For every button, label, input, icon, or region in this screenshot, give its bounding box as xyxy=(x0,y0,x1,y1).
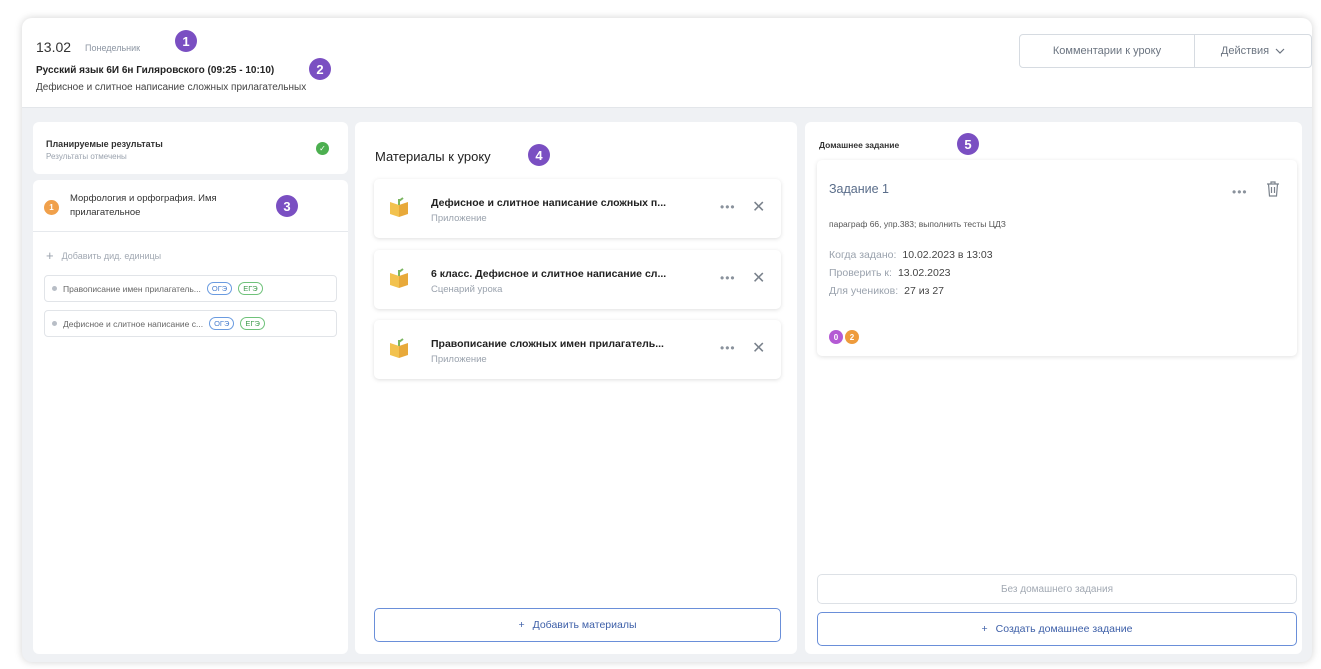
ege-tag: ЕГЭ xyxy=(238,282,263,295)
status-badges: 0 2 xyxy=(829,330,859,344)
unit-item-label: Правописание имен прилагатель... xyxy=(63,283,201,294)
marker-1: 1 xyxy=(175,30,197,52)
material-item[interactable]: Дефисное и слитное написание сложных п..… xyxy=(374,179,781,238)
add-materials-button[interactable]: + Добавить материалы xyxy=(374,608,781,642)
assigned-label: Когда задано: xyxy=(829,249,897,261)
unit-number-badge: 1 xyxy=(44,200,59,215)
oge-tag: ОГЭ xyxy=(206,282,233,295)
plus-icon: + xyxy=(46,248,54,263)
actions-label: Действия xyxy=(1220,45,1270,57)
lesson-window: 13.02 Понедельник 1 Русский язык 6И 6н Г… xyxy=(22,18,1312,662)
lesson-day: Понедельник xyxy=(85,43,141,53)
unit-section-title: Морфология и орфография. Имя прилагатель… xyxy=(70,193,217,218)
bullet-icon xyxy=(52,321,57,326)
book-icon xyxy=(390,338,408,358)
check-label: Проверить к: xyxy=(829,267,892,279)
material-title: Правописание сложных имен прилагатель... xyxy=(431,338,664,350)
left-column: Планируемые результаты Результаты отмече… xyxy=(33,122,348,654)
lesson-comments-button[interactable]: Комментарии к уроку xyxy=(1020,35,1195,67)
oge-tag: ОГЭ xyxy=(209,317,235,330)
unit-section-header[interactable]: 1 Морфология и орфография. Имя прилагате… xyxy=(33,180,348,232)
learning-units-card: 1 Морфология и орфография. Имя прилагате… xyxy=(33,180,348,654)
no-homework-button[interactable]: Без домашнего задания xyxy=(817,574,1297,604)
material-title: Дефисное и слитное написание сложных п..… xyxy=(431,197,667,209)
lesson-topic: Дефисное и слитное написание сложных при… xyxy=(36,82,307,93)
homework-title: Домашнее задание xyxy=(819,140,900,150)
ege-tag: ЕГЭ xyxy=(240,317,265,330)
materials-title: Материалы к уроку xyxy=(375,149,491,164)
lesson-date: 13.02 xyxy=(36,39,72,55)
planned-results-card[interactable]: Планируемые результаты Результаты отмече… xyxy=(33,122,348,174)
add-materials-label: Добавить материалы xyxy=(532,619,637,631)
material-type: Приложение xyxy=(431,354,487,365)
planned-results-status: Результаты отмечены xyxy=(46,152,127,161)
material-type: Сценарий урока xyxy=(431,284,503,295)
create-homework-button[interactable]: + Создать домашнее задание xyxy=(817,612,1297,646)
material-title: 6 класс. Дефисное и слитное написание сл… xyxy=(431,268,667,280)
plus-icon: + xyxy=(981,623,988,635)
students-value: 27 из 27 xyxy=(904,285,944,297)
task-description: параграф 66, упр.383; выполнить тесты ЦД… xyxy=(829,219,1006,229)
material-item[interactable]: 6 класс. Дефисное и слитное написание сл… xyxy=(374,250,781,309)
students-label: Для учеников: xyxy=(829,285,899,297)
planned-results-title: Планируемые результаты xyxy=(46,139,163,149)
more-icon[interactable]: ••• xyxy=(720,341,736,355)
book-icon xyxy=(390,268,408,288)
marker-4: 4 xyxy=(528,144,550,166)
assigned-value: 10.02.2023 в 13:03 xyxy=(902,249,993,261)
lesson-header: 13.02 Понедельник 1 Русский язык 6И 6н Г… xyxy=(22,18,1312,108)
unit-item-label: Дефисное и слитное написание с... xyxy=(63,318,204,329)
students-row: Для учеников: 27 из 27 xyxy=(829,285,944,297)
marker-2: 2 xyxy=(309,58,331,80)
assigned-row: Когда задано: 10.02.2023 в 13:03 xyxy=(829,249,993,261)
close-icon[interactable]: ✕ xyxy=(752,197,765,217)
trash-icon[interactable] xyxy=(1266,181,1280,197)
close-icon[interactable]: ✕ xyxy=(752,338,765,358)
homework-card[interactable]: Задание 1 ••• параграф 66, упр.383; выпо… xyxy=(817,160,1297,356)
more-icon[interactable]: ••• xyxy=(720,200,736,214)
marker-3: 3 xyxy=(276,195,298,217)
close-icon[interactable]: ✕ xyxy=(752,268,765,288)
chevron-down-icon xyxy=(1275,48,1285,54)
check-value: 13.02.2023 xyxy=(897,267,951,279)
create-homework-label: Создать домашнее задание xyxy=(995,623,1133,635)
header-buttons: Комментарии к уроку Действия xyxy=(1019,34,1312,68)
more-icon[interactable]: ••• xyxy=(720,271,736,285)
unit-item[interactable]: Дефисное и слитное написание с... ОГЭ ЕГ… xyxy=(44,310,337,337)
material-item[interactable]: Правописание сложных имен прилагатель...… xyxy=(374,320,781,379)
marker-5: 5 xyxy=(957,133,979,155)
more-icon[interactable]: ••• xyxy=(1232,185,1248,199)
materials-column: Материалы к уроку 4 Дефисное и слитное н… xyxy=(355,122,797,654)
material-type: Приложение xyxy=(431,213,487,224)
book-icon xyxy=(390,197,408,217)
status-badge: 2 xyxy=(845,330,859,344)
add-units-button[interactable]: + Добавить дид. единицы xyxy=(46,248,161,263)
unit-item[interactable]: Правописание имен прилагатель... ОГЭ ЕГЭ xyxy=(44,275,337,302)
add-units-label: Добавить дид. единицы xyxy=(61,250,162,261)
bullet-icon xyxy=(52,286,57,291)
check-row: Проверить к: 13.02.2023 xyxy=(829,267,951,279)
lesson-title: Русский язык 6И 6н Гиляровского (09:25 -… xyxy=(36,65,275,76)
homework-column: Домашнее задание 5 Задание 1 ••• парагра… xyxy=(805,122,1302,654)
actions-dropdown[interactable]: Действия xyxy=(1195,35,1311,67)
plus-icon: + xyxy=(518,619,525,631)
check-circle-icon: ✓ xyxy=(316,142,329,155)
task-name[interactable]: Задание 1 xyxy=(829,182,889,196)
status-badge: 0 xyxy=(829,330,843,344)
